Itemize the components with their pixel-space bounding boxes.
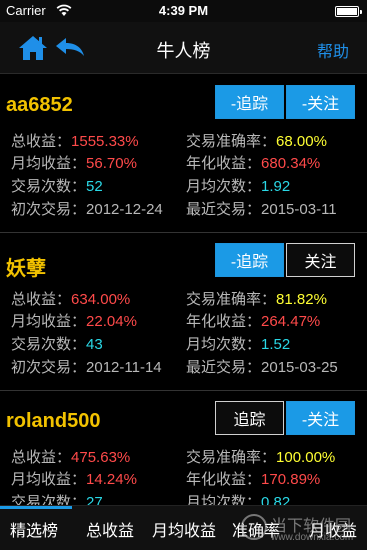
first-trade: 初次交易：2012-12-24 <box>11 201 163 218</box>
status-bar: Carrier 4:39 PM <box>0 0 367 22</box>
total-return: 总收益：475.63% <box>11 449 131 466</box>
help-button[interactable]: 帮助 <box>317 38 349 62</box>
follow-button[interactable]: -关注 <box>286 85 355 119</box>
watermark-logo-icon <box>241 514 267 540</box>
monthly-trade-count: 月均次数：0.82 <box>186 494 291 505</box>
status-time: 4:39 PM <box>158 3 209 18</box>
nav-bar: 牛人榜 帮助 <box>0 22 367 74</box>
trader-name: aa6852 <box>6 94 73 116</box>
monthly-trade-count: 月均次数：1.92 <box>186 178 291 195</box>
annual-return: 年化收益：680.34% <box>186 155 321 172</box>
follow-button[interactable]: 关注 <box>286 243 355 277</box>
track-button[interactable]: 追踪 <box>215 401 284 435</box>
active-tab-indicator <box>0 506 72 509</box>
follow-button[interactable]: -关注 <box>286 401 355 435</box>
trade-count: 交易次数：27 <box>11 494 103 505</box>
trade-count: 交易次数：52 <box>11 178 103 195</box>
monthly-trade-count: 月均次数：1.52 <box>186 336 291 353</box>
trader-card[interactable]: aa6852 -追踪 -关注 总收益：1555.33% 交易准确率：68.00%… <box>0 75 367 233</box>
tab-monthly-return[interactable]: 月均收益 <box>152 517 216 541</box>
trade-count: 交易次数：43 <box>11 336 103 353</box>
watermark: 当下软件园 www.downxia.com <box>241 510 361 548</box>
track-button[interactable]: -追踪 <box>215 243 284 277</box>
tab-featured[interactable]: 精选榜 <box>10 517 58 541</box>
last-trade: 最近交易：2015-03-11 <box>186 201 337 218</box>
annual-return: 年化收益：170.89% <box>186 471 321 488</box>
accuracy: 交易准确率：81.82% <box>186 291 327 308</box>
monthly-return: 月均收益：22.04% <box>11 313 137 330</box>
trader-name: roland500 <box>6 410 101 432</box>
battery-icon <box>335 6 362 17</box>
watermark-url: www.downxia.com <box>271 532 354 543</box>
track-button[interactable]: -追踪 <box>215 85 284 119</box>
page-title: 牛人榜 <box>156 41 211 61</box>
first-trade: 初次交易：2012-11-14 <box>11 359 162 376</box>
trader-card[interactable]: 妖孽 -追踪 关注 总收益：634.00% 交易准确率：81.82% 月均收益：… <box>0 233 367 391</box>
accuracy: 交易准确率：68.00% <box>186 133 327 150</box>
total-return: 总收益：634.00% <box>11 291 131 308</box>
trader-list: aa6852 -追踪 -关注 总收益：1555.33% 交易准确率：68.00%… <box>0 75 367 505</box>
annual-return: 年化收益：264.47% <box>186 313 321 330</box>
accuracy: 交易准确率：100.00% <box>186 449 336 466</box>
trader-name: 妖孽 <box>6 258 46 280</box>
tab-total-return[interactable]: 总收益 <box>86 517 134 541</box>
trader-card[interactable]: roland500 追踪 -关注 总收益：475.63% 交易准确率：100.0… <box>0 391 367 505</box>
last-trade: 最近交易：2015-03-25 <box>186 359 338 376</box>
monthly-return: 月均收益：56.70% <box>11 155 137 172</box>
total-return: 总收益：1555.33% <box>11 133 139 150</box>
monthly-return: 月均收益：14.24% <box>11 471 137 488</box>
